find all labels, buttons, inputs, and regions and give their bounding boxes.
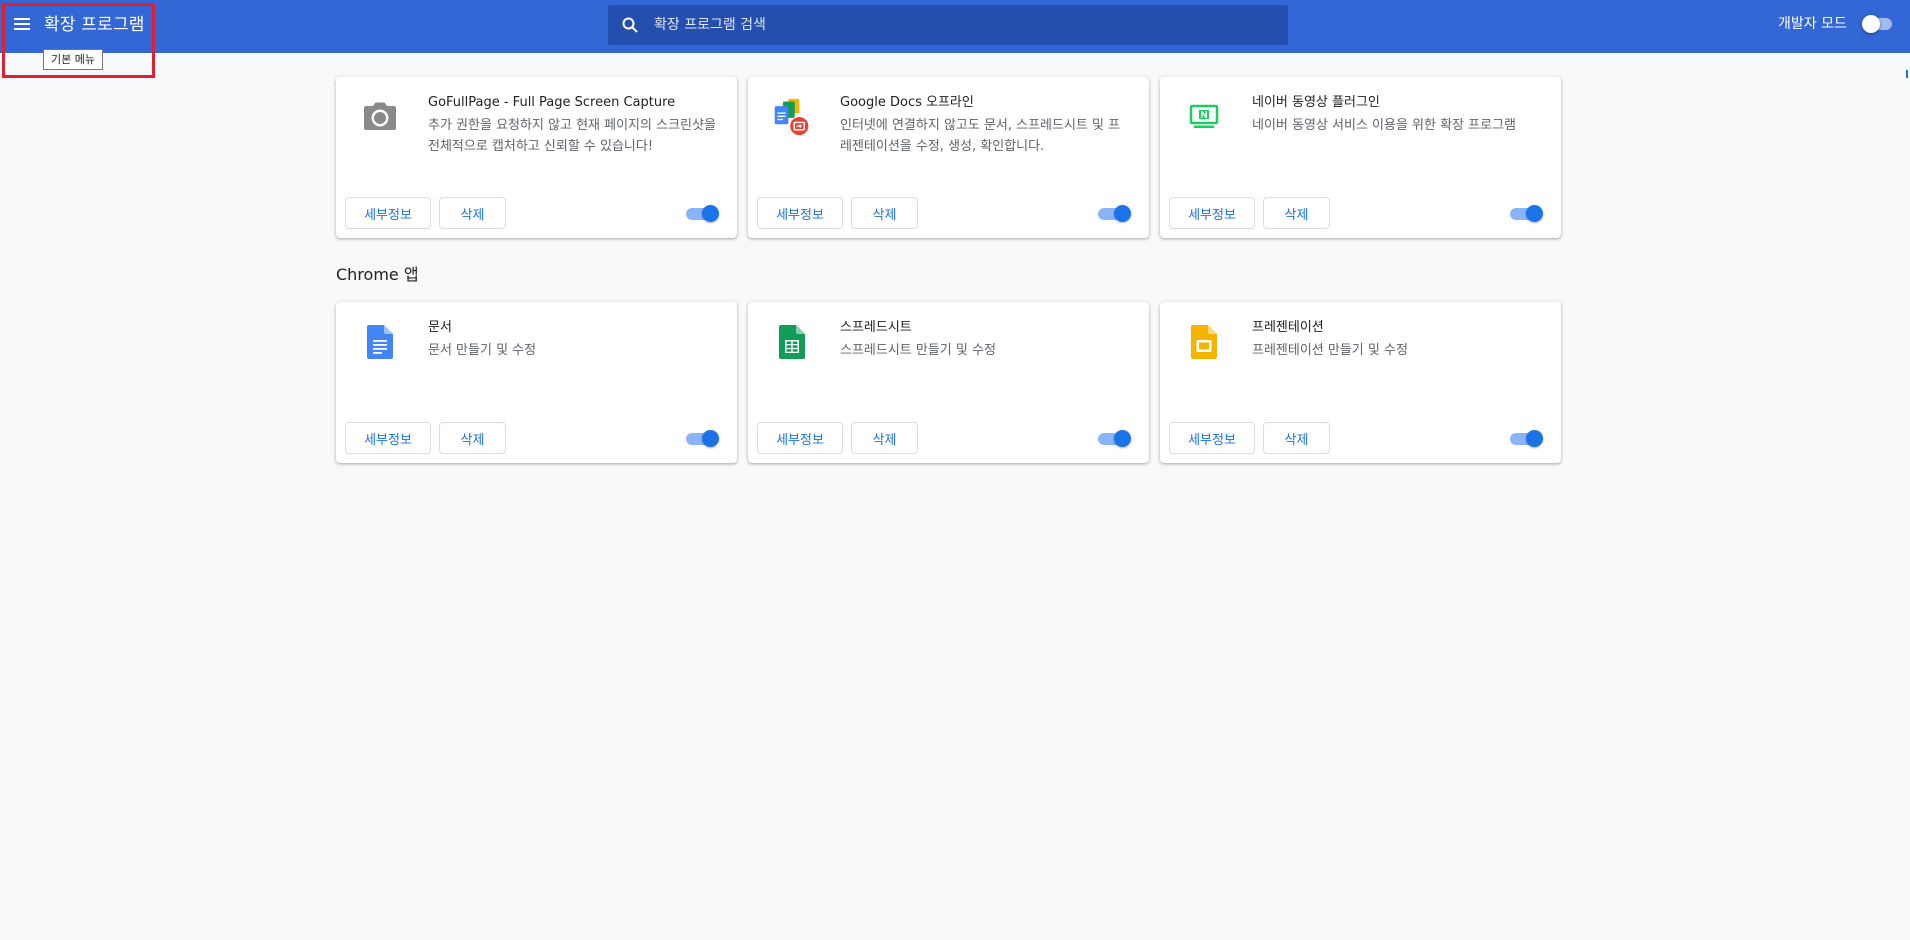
app-name: 문서	[428, 320, 452, 335]
toggle-knob	[1114, 205, 1131, 222]
toggle-knob	[1526, 430, 1543, 447]
extension-name: GoFullPage - Full Page Screen Capture	[428, 95, 676, 110]
extension-enable-toggle[interactable]	[1510, 205, 1544, 223]
developer-mode-label: 개발자 모드	[1778, 16, 1847, 32]
app-enable-toggle[interactable]	[1098, 430, 1132, 448]
toggle-knob	[1114, 430, 1131, 447]
remove-button[interactable]: 삭제	[851, 197, 918, 229]
extension-card: 네이버 동영상 플러그인 네이버 동영상 서비스 이용을 위한 확장 프로그램 …	[1160, 77, 1561, 238]
extension-card: Google Docs 오프라인 인터넷에 연결하지 않고도 문서, 스프레드시…	[748, 77, 1149, 238]
chrome-apps-heading: Chrome 앱	[336, 265, 419, 284]
remove-button[interactable]: 삭제	[1263, 197, 1330, 229]
extensions-toolbar: 확장 프로그램 개발자 모드	[0, 0, 1910, 53]
search-box[interactable]	[608, 5, 1288, 45]
extension-name: 네이버 동영상 플러그인	[1252, 95, 1380, 110]
search-input[interactable]	[652, 5, 1272, 45]
camera-icon	[360, 97, 400, 137]
developer-mode-toggle-knob	[1862, 15, 1880, 33]
details-button[interactable]: 세부정보	[1169, 422, 1255, 454]
app-description: 문서 만들기 및 수정	[428, 343, 537, 358]
app-description: 스프레드시트 만들기 및 수정	[840, 343, 996, 358]
details-button[interactable]: 세부정보	[345, 197, 431, 229]
main-menu-button[interactable]	[8, 10, 36, 38]
slides-icon	[1184, 322, 1224, 362]
docs-icon	[360, 322, 400, 362]
remove-button[interactable]: 삭제	[439, 197, 506, 229]
app-enable-toggle[interactable]	[1510, 430, 1544, 448]
app-description: 프레젠테이션 만들기 및 수정	[1252, 343, 1408, 358]
details-button[interactable]: 세부정보	[1169, 197, 1255, 229]
app-card: 문서 문서 만들기 및 수정 세부정보 삭제	[336, 302, 737, 463]
sheets-icon	[772, 322, 812, 362]
details-button[interactable]: 세부정보	[345, 422, 431, 454]
toggle-knob	[1526, 205, 1543, 222]
remove-button[interactable]: 삭제	[1263, 422, 1330, 454]
naver-video-icon	[1184, 97, 1224, 137]
app-enable-toggle[interactable]	[686, 430, 720, 448]
extension-enable-toggle[interactable]	[1098, 205, 1132, 223]
details-button[interactable]: 세부정보	[757, 422, 843, 454]
extension-description: 추가 권한을 요청하지 않고 현재 페이지의 스크린샷을 전체적으로 캡처하고 …	[428, 118, 716, 154]
toggle-knob	[702, 205, 719, 222]
app-card: 프레젠테이션 프레젠테이션 만들기 및 수정 세부정보 삭제	[1160, 302, 1561, 463]
extension-description: 인터넷에 연결하지 않고도 문서, 스프레드시트 및 프레젠테이션을 수정, 생…	[840, 118, 1121, 154]
hamburger-menu-icon	[14, 18, 30, 30]
app-name: 스프레드시트	[840, 320, 912, 335]
scrollbar-marker	[1906, 70, 1908, 78]
main-menu-tooltip: 기본 메뉴	[43, 49, 103, 70]
app-card: 스프레드시트 스프레드시트 만들기 및 수정 세부정보 삭제	[748, 302, 1149, 463]
extension-name: Google Docs 오프라인	[840, 95, 974, 110]
extension-card: GoFullPage - Full Page Screen Capture 추가…	[336, 77, 737, 238]
toggle-knob	[702, 430, 719, 447]
extension-enable-toggle[interactable]	[686, 205, 720, 223]
app-name: 프레젠테이션	[1252, 320, 1324, 335]
developer-mode-toggle[interactable]	[1862, 15, 1894, 33]
page-title: 확장 프로그램	[44, 15, 145, 35]
extension-description: 네이버 동영상 서비스 이용을 위한 확장 프로그램	[1252, 118, 1516, 133]
google-docs-offline-icon	[772, 97, 812, 137]
details-button[interactable]: 세부정보	[757, 197, 843, 229]
search-icon	[622, 17, 638, 33]
remove-button[interactable]: 삭제	[851, 422, 918, 454]
remove-button[interactable]: 삭제	[439, 422, 506, 454]
